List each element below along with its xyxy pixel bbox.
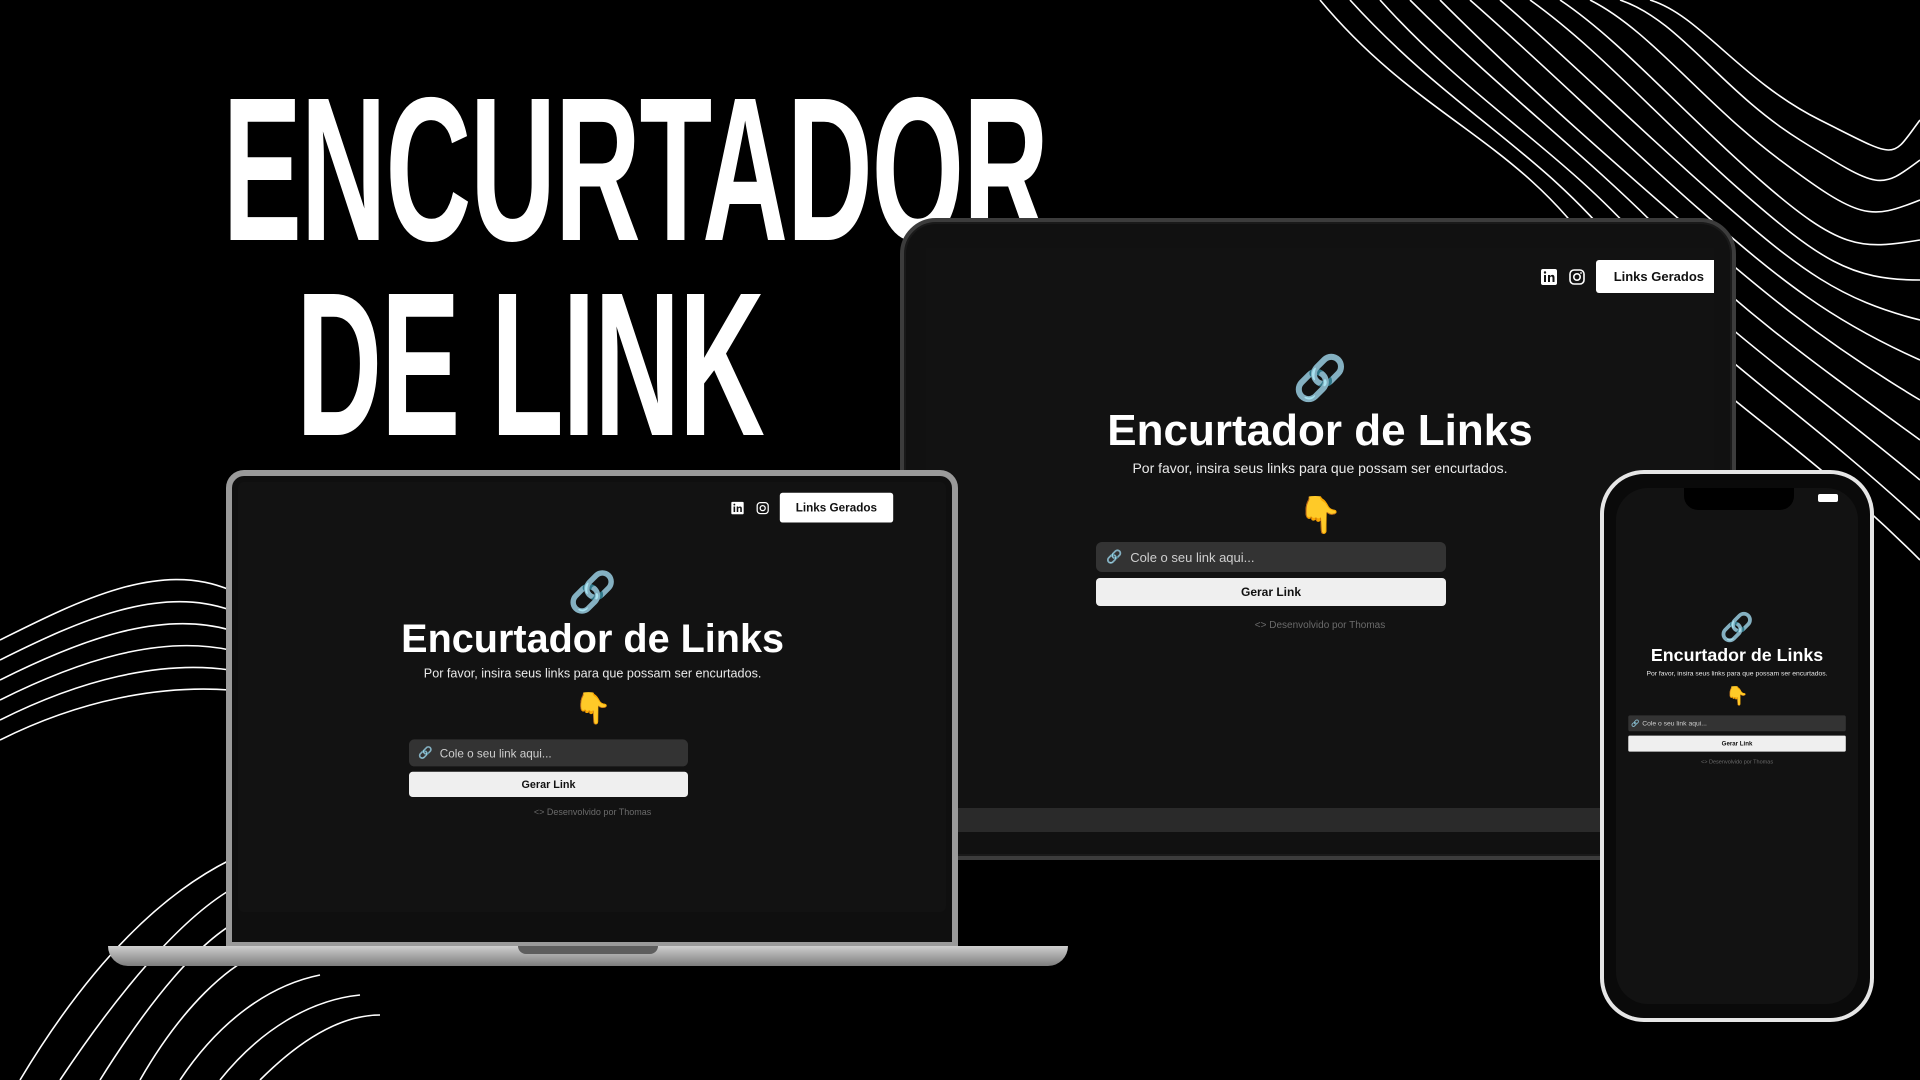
- gerar-link-button[interactable]: Gerar Link: [409, 771, 688, 797]
- pointer-down-icon: 👇: [1725, 685, 1749, 706]
- phone-device: 🔗 Encurtador de Links Por favor, insira …: [1600, 470, 1874, 1022]
- laptop-hinge: [518, 946, 658, 954]
- instagram-icon[interactable]: [754, 500, 770, 516]
- app-view: Links Gerados 🔗 Encurtador de Links Por …: [926, 248, 1714, 808]
- links-gerados-button[interactable]: Links Gerados: [1595, 260, 1714, 293]
- monitor-screen: Links Gerados 🔗 Encurtador de Links Por …: [926, 248, 1714, 808]
- linkedin-icon[interactable]: [729, 500, 745, 516]
- top-nav: Links Gerados: [729, 492, 894, 523]
- headline-line-2: DE LINK: [296, 249, 765, 479]
- link-icon: 🔗: [1631, 719, 1640, 728]
- phone-screen: 🔗 Encurtador de Links Por favor, insira …: [1616, 488, 1858, 1004]
- laptop-screen: Links Gerados 🔗 Encurtador de Links Por …: [238, 482, 946, 912]
- page-subtitle: Por favor, insira seus links para que po…: [1646, 669, 1828, 677]
- page-subtitle: Por favor, insira seus links para que po…: [1132, 460, 1508, 476]
- pointer-down-icon: 👇: [573, 691, 612, 726]
- link-input[interactable]: 🔗 Cole o seu link aqui...: [1628, 715, 1846, 732]
- link-input[interactable]: 🔗 Cole o seu link aqui...: [1096, 542, 1446, 572]
- linkedin-icon[interactable]: [1540, 268, 1558, 286]
- top-nav: Links Gerados: [1540, 260, 1714, 293]
- developer-credit[interactable]: <> Desenvolvido por Thomas: [1616, 758, 1858, 764]
- monitor-chin: [926, 808, 1714, 832]
- hero-link-icon: 🔗: [567, 570, 618, 615]
- link-input-placeholder: Cole o seu link aqui...: [1130, 549, 1255, 565]
- link-icon: 🔗: [1106, 549, 1123, 564]
- page-title: Encurtador de Links: [1650, 644, 1824, 665]
- headline-line-1: ENCURTADOR: [222, 55, 1049, 284]
- pointer-down-icon: 👇: [1297, 494, 1343, 535]
- link-icon: 🔗: [418, 745, 433, 760]
- page-title: Encurtador de Links: [1107, 406, 1533, 455]
- links-gerados-button[interactable]: Links Gerados: [779, 492, 894, 523]
- developer-credit[interactable]: <> Desenvolvido por Thomas: [926, 620, 1714, 631]
- hero-link-icon: 🔗: [1292, 354, 1348, 403]
- page-title: Encurtador de Links: [401, 617, 785, 662]
- gerar-link-button[interactable]: Gerar Link: [1096, 578, 1446, 606]
- link-input-placeholder: Cole o seu link aqui...: [439, 746, 552, 760]
- developer-credit[interactable]: <> Desenvolvido por Thomas: [238, 808, 946, 818]
- hero-link-icon: 🔗: [1719, 611, 1755, 643]
- link-input-placeholder: Cole o seu link aqui...: [1642, 719, 1707, 728]
- app-view: 🔗 Encurtador de Links Por favor, insira …: [1616, 488, 1858, 1004]
- gerar-link-button[interactable]: Gerar Link: [1628, 735, 1846, 752]
- link-input[interactable]: 🔗 Cole o seu link aqui...: [409, 739, 688, 767]
- laptop-device: Links Gerados 🔗 Encurtador de Links Por …: [226, 470, 958, 948]
- app-view: Links Gerados 🔗 Encurtador de Links Por …: [238, 482, 946, 912]
- instagram-icon[interactable]: [1568, 268, 1586, 286]
- page-subtitle: Por favor, insira seus links para que po…: [423, 665, 762, 680]
